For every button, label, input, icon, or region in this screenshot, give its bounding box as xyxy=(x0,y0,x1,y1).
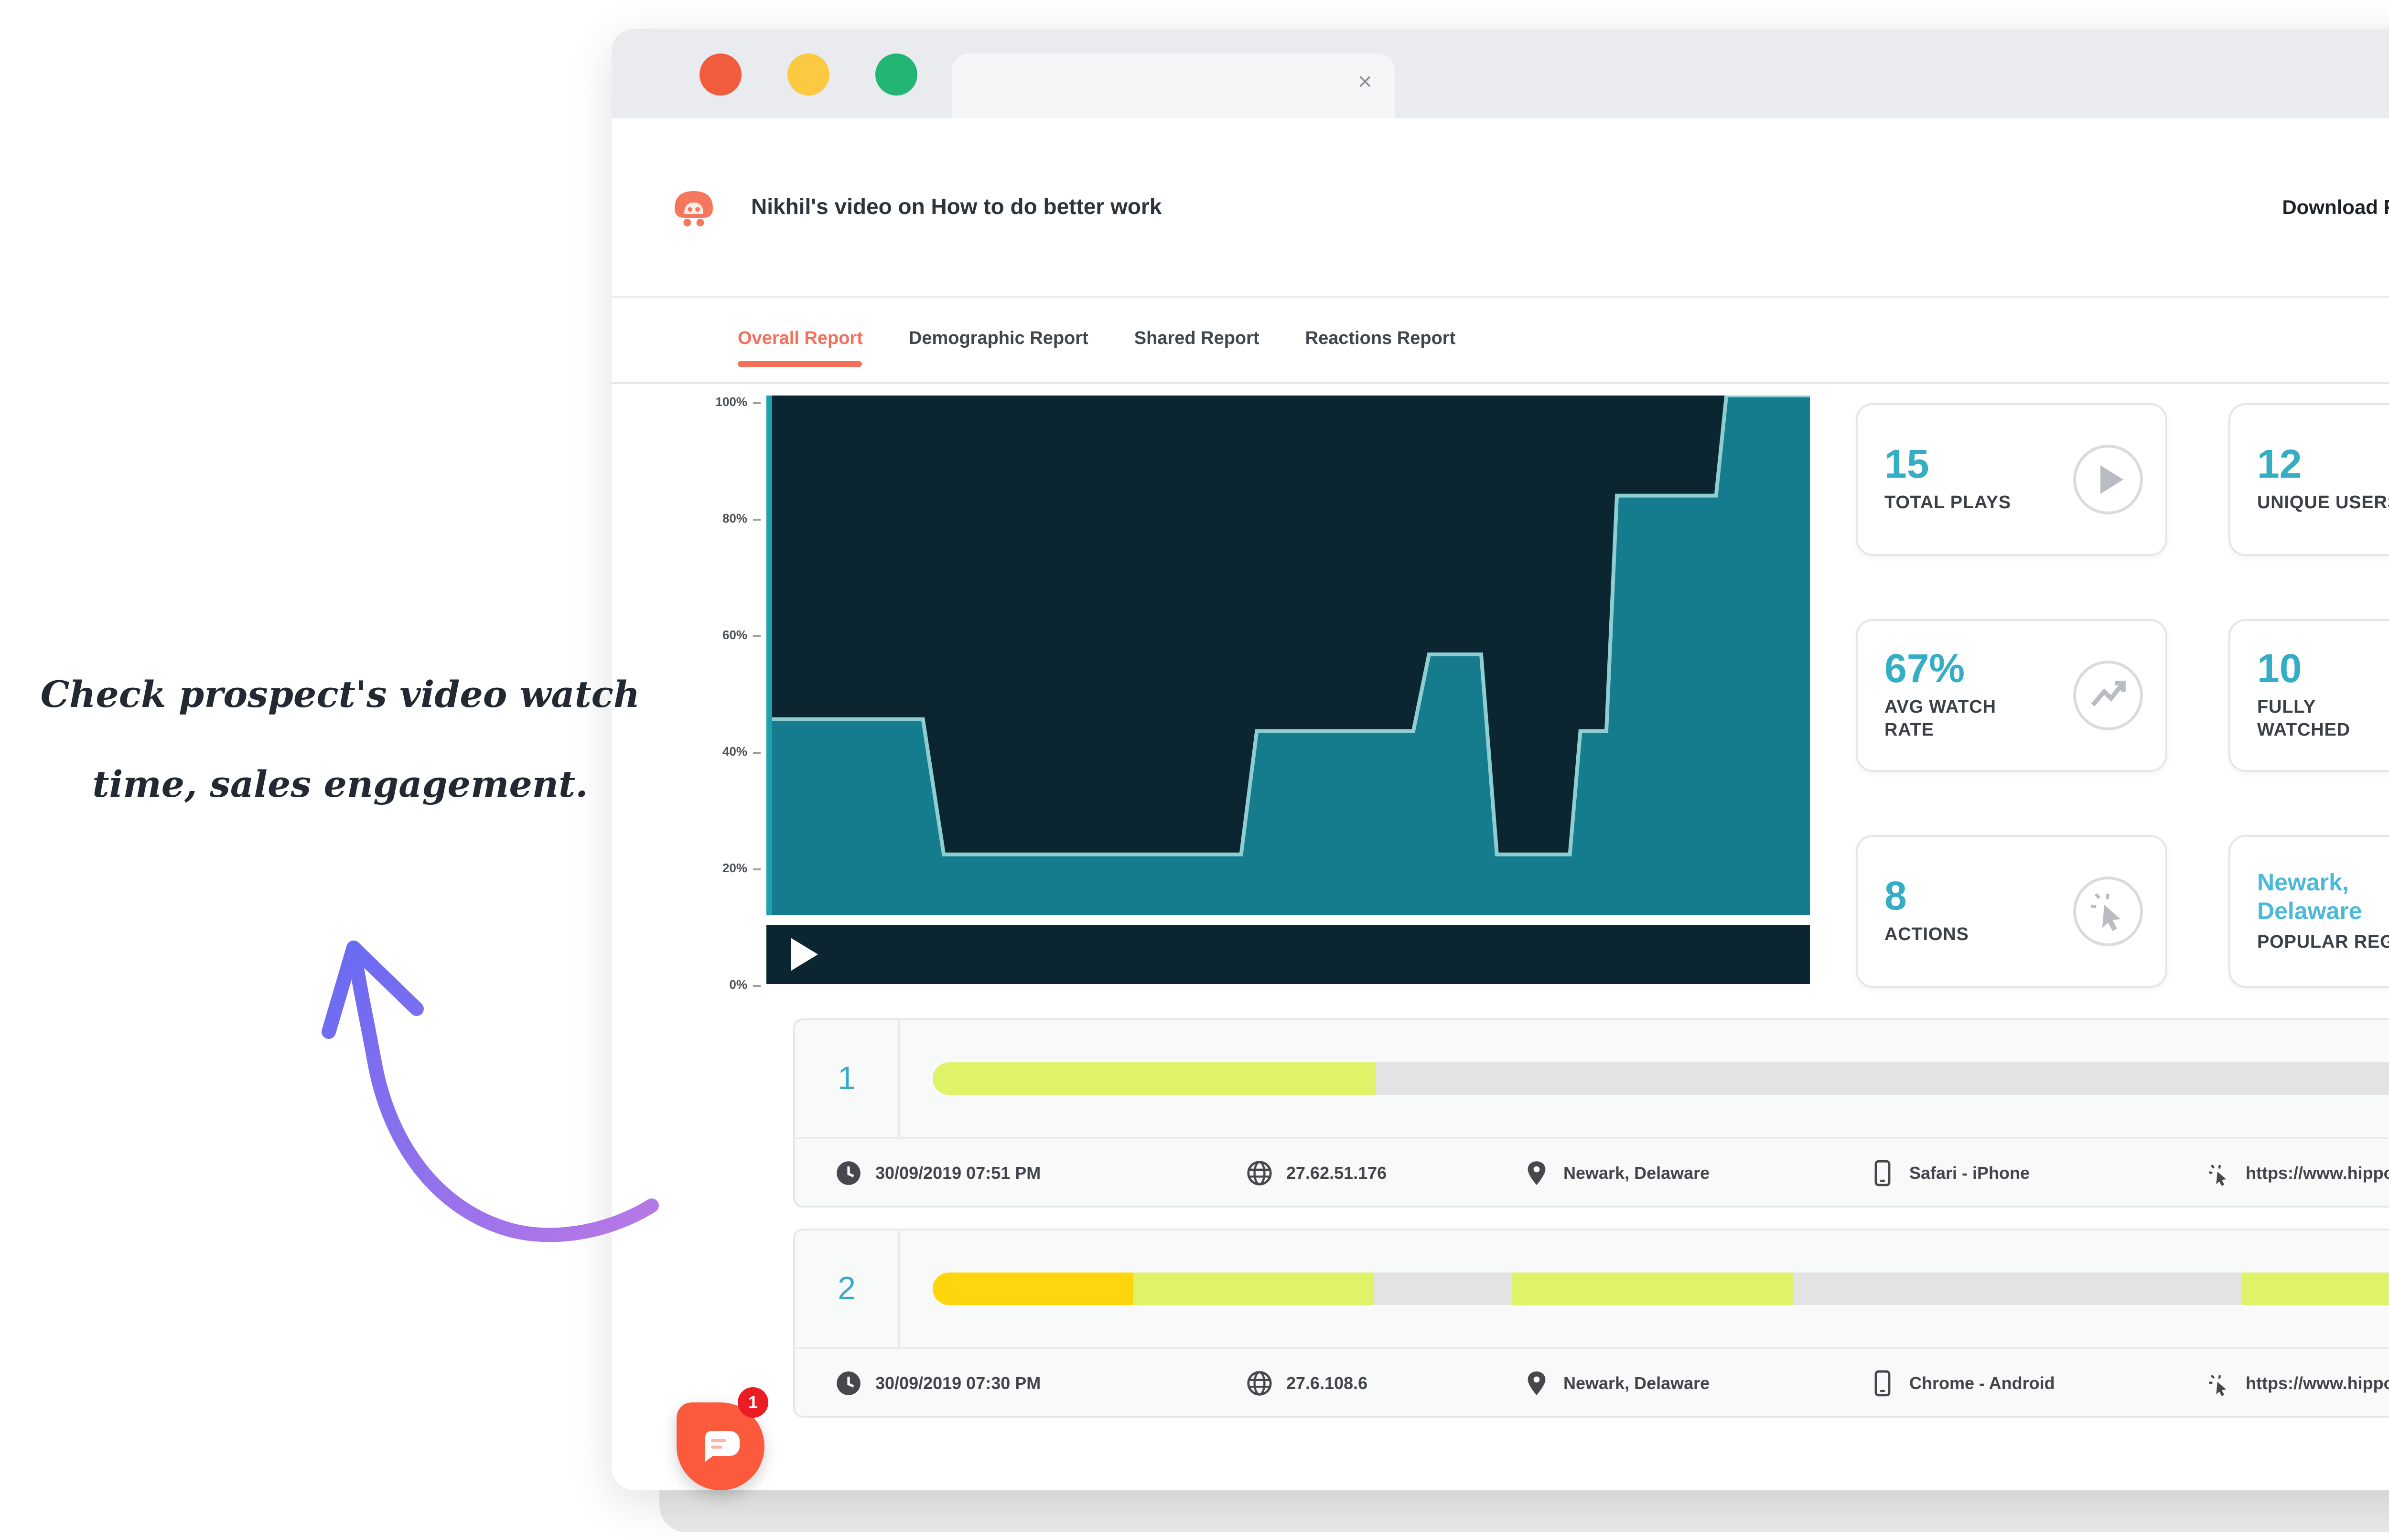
watch-segment-gray xyxy=(1375,1273,1512,1305)
click-source-icon xyxy=(2204,1369,2232,1398)
watch-segment-gold xyxy=(933,1273,1134,1305)
view-ip: 27.6.108.6 xyxy=(1286,1374,1367,1393)
clock-icon xyxy=(835,1160,862,1187)
stat-card-unique-users: 12 UNIQUE USERS xyxy=(2228,403,2389,556)
unique-users-value: 12 xyxy=(2257,444,2389,486)
viewer-details: 30/09/2019 07:51 PM 27.62.51.176 xyxy=(795,1137,2389,1208)
play-icon xyxy=(2072,443,2144,516)
annotation-line: Check prospect's video watch xyxy=(0,673,680,722)
watch-segment-gray xyxy=(1376,1062,2389,1095)
annotation-line: time, sales engagement. xyxy=(0,762,680,811)
unique-users-label: UNIQUE USERS xyxy=(2257,492,2389,515)
tab-shared-report[interactable]: Shared Report xyxy=(1134,302,1259,376)
popular-region-value: Newark, Delaware xyxy=(2257,868,2389,926)
location-icon xyxy=(1523,1370,1550,1397)
chat-bubble-icon xyxy=(699,1429,742,1464)
click-icon xyxy=(2072,875,2144,948)
smartphone-icon xyxy=(1869,1160,1896,1187)
tab-overall-report[interactable]: Overall Report xyxy=(738,302,863,376)
watch-rate-heatmap-chart xyxy=(766,396,1810,984)
chat-notification-badge: 1 xyxy=(738,1387,768,1418)
browser-window: × Nikhil's video on How to do better wor… xyxy=(612,29,2389,1490)
trend-icon xyxy=(2072,659,2144,732)
tab-close-icon[interactable]: × xyxy=(1358,69,1372,94)
view-region: Newark, Delaware xyxy=(1563,1164,1710,1183)
watch-segment-lime xyxy=(2241,1273,2389,1305)
video-progress-bar[interactable] xyxy=(766,915,1810,925)
stat-card-fully-watched: 10 FULLY WATCHED xyxy=(2228,619,2389,772)
page-title: Nikhil's video on How to do better work xyxy=(751,196,1162,219)
view-device: Safari - iPhone xyxy=(1909,1164,2030,1183)
browser-chrome-bar: × xyxy=(612,29,2389,118)
view-time: 30/09/2019 07:30 PM xyxy=(875,1374,1041,1393)
viewer-row-2: 2 51% 30/09/2019 07:30 PM xyxy=(793,1229,2389,1418)
browser-tab[interactable]: × xyxy=(952,53,1395,118)
watch-segments-bar xyxy=(933,1062,2389,1095)
watch-segment-lime xyxy=(1134,1273,1375,1305)
annotation-watch-time: Check prospect's video watch time, sales… xyxy=(0,673,680,811)
view-device: Chrome - Android xyxy=(1909,1374,2055,1393)
fully-watched-value: 10 xyxy=(2257,649,2389,691)
globe-icon xyxy=(1246,1160,1273,1187)
curve-arrow-left-head xyxy=(329,948,417,1032)
window-minimize-traffic-light[interactable] xyxy=(787,53,829,96)
viewer-details: 30/09/2019 07:30 PM 27.6.108.6 xyxy=(795,1347,2389,1418)
y-tick-40: 40% xyxy=(722,746,761,759)
view-region: Newark, Delaware xyxy=(1563,1374,1710,1393)
download-report-label: Download Report xyxy=(2282,196,2389,219)
viewer-row-1: 1 17% 30/09/2019 07:51 PM xyxy=(793,1018,2389,1208)
window-close-traffic-light[interactable] xyxy=(699,53,742,96)
view-ip: 27.62.51.176 xyxy=(1286,1164,1387,1183)
page-canvas: × Nikhil's video on How to do better wor… xyxy=(0,0,2389,1540)
watch-segment-gray xyxy=(1793,1273,2241,1305)
globe-icon xyxy=(1246,1370,1273,1397)
tab-reactions-report[interactable]: Reactions Report xyxy=(1305,302,1456,376)
report-tabs: Overall Report Demographic Report Shared… xyxy=(612,296,2389,384)
watch-segment-lime xyxy=(1513,1273,1793,1305)
video-control-bar xyxy=(766,925,1810,984)
clock-icon xyxy=(835,1370,862,1397)
smartphone-icon xyxy=(1869,1370,1896,1397)
watch-segment-lime xyxy=(933,1062,1376,1095)
y-tick-80: 80% xyxy=(722,513,761,526)
window-zoom-traffic-light[interactable] xyxy=(875,53,917,96)
chat-widget-button[interactable]: 1 xyxy=(677,1402,764,1490)
view-source-url[interactable]: https://www.hippovideo.io/... xyxy=(2246,1374,2389,1393)
chart-y-axis: 100% 80% 60% 40% 20% 0% xyxy=(669,396,761,999)
y-tick-60: 60% xyxy=(722,630,761,643)
view-time: 30/09/2019 07:51 PM xyxy=(875,1164,1041,1183)
report-header: Nikhil's video on How to do better work … xyxy=(612,118,2389,296)
curve-arrow-left xyxy=(355,959,652,1235)
stat-card-actions: 8 ACTIONS xyxy=(1856,835,2167,988)
fully-watched-label: FULLY WATCHED xyxy=(2257,697,2389,742)
stat-card-popular-region: Newark, Delaware POPULAR REGION xyxy=(2228,835,2389,988)
location-icon xyxy=(1523,1160,1550,1187)
stat-card-avg-watch-rate: 67% AVG WATCH RATE xyxy=(1856,619,2167,772)
download-report-dropdown[interactable]: Download Report xyxy=(2282,196,2389,219)
watch-segments-bar xyxy=(933,1273,2389,1305)
y-tick-0: 0% xyxy=(729,979,761,993)
y-tick-20: 20% xyxy=(722,863,761,876)
tab-demographic-report[interactable]: Demographic Report xyxy=(909,302,1088,376)
hippo-video-logo-icon xyxy=(669,184,719,230)
viewer-rank: 1 xyxy=(795,1020,900,1137)
chart-axis-line xyxy=(766,396,772,984)
stat-card-total-plays: 15 TOTAL PLAYS xyxy=(1856,403,2167,556)
y-tick-100: 100% xyxy=(716,396,761,410)
stats-grid: 15 TOTAL PLAYS 12 UNIQUE USERS 67% AVG xyxy=(1856,403,2389,988)
click-source-icon xyxy=(2204,1159,2232,1187)
view-source-url[interactable]: https://www.hippovideo.io/... xyxy=(2246,1164,2389,1183)
popular-region-label: POPULAR REGION xyxy=(2257,931,2389,954)
viewer-rank: 2 xyxy=(795,1230,900,1347)
